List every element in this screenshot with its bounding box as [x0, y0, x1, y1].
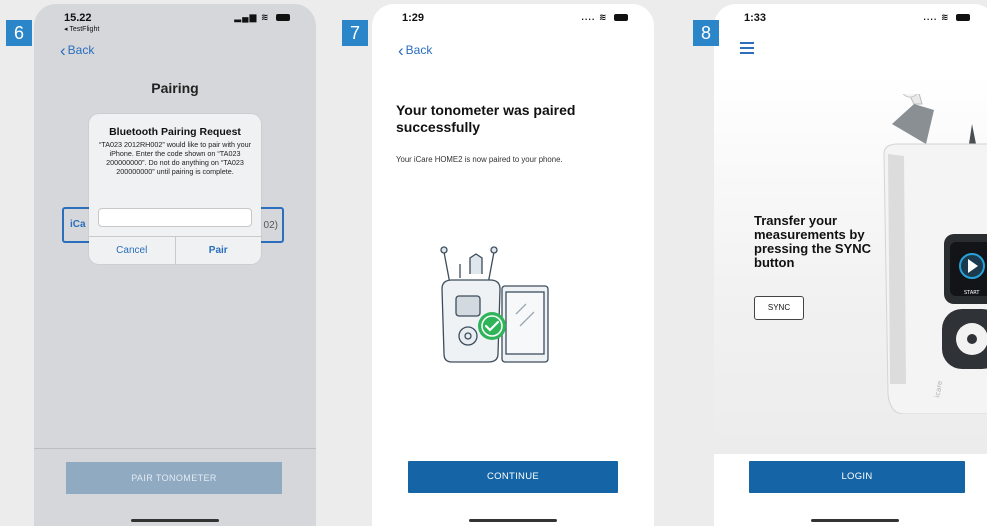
screen-transfer: 1:33 .... ≋ START icare Transfer your me… — [714, 4, 987, 526]
pair-button[interactable]: Pair — [174, 237, 262, 264]
home-indicator — [131, 519, 219, 522]
home-indicator — [469, 519, 557, 522]
status-time: 15.22 — [64, 12, 92, 24]
screen-paired-success: 1:29 .... ≋ ‹ Back Your tonometer was pai… — [372, 4, 654, 526]
step-badge-7: 7 — [342, 20, 368, 46]
chevron-left-icon: ‹ — [398, 41, 404, 60]
pair-tonometer-button[interactable]: PAIR TONOMETER — [66, 462, 282, 494]
login-button[interactable]: LOGIN — [749, 461, 965, 493]
step-badge-6: 6 — [6, 20, 32, 46]
wifi-icon: ≋ — [598, 12, 608, 22]
device-start-label: START — [964, 290, 980, 296]
bluetooth-pairing-dialog: Bluetooth Pairing Request “TA023 2012RH0… — [89, 114, 261, 264]
page-title: Pairing — [151, 80, 199, 96]
divider — [34, 448, 316, 449]
status-time: 1:29 — [402, 12, 425, 24]
back-label: Back — [405, 43, 433, 57]
wifi-icon: ≋ — [260, 12, 270, 22]
status-icons: .... ≋ — [923, 12, 970, 23]
page-title: Transfer your measurements by pressing t… — [754, 213, 872, 270]
dialog-message: “TA023 2012RH002” would like to pair wit… — [98, 140, 252, 176]
wifi-icon: ≋ — [940, 12, 950, 22]
continue-button[interactable]: CONTINUE — [408, 461, 618, 493]
pairing-code-input[interactable] — [98, 208, 252, 227]
hamburger-menu-icon[interactable] — [740, 42, 754, 57]
dialog-title: Bluetooth Pairing Request — [109, 126, 241, 138]
back-button[interactable]: ‹ Back — [398, 41, 432, 61]
tonometer-name-partial: iCa — [70, 219, 86, 230]
status-bar: 1:33 .... ≋ — [714, 4, 987, 38]
signal-icon: .... — [923, 12, 938, 22]
cancel-button[interactable]: Cancel — [89, 237, 175, 264]
home-indicator — [811, 519, 899, 522]
back-label: Back — [67, 43, 95, 57]
tonometer-id-partial: 02) — [263, 220, 278, 231]
signal-icon: ▂▄▆ — [234, 12, 258, 22]
status-time: 1:33 — [744, 12, 767, 24]
battery-icon — [956, 14, 970, 22]
step-badge-8: 8 — [693, 20, 719, 46]
screen-pairing: 15.22 ◂ TestFlight ▂▄▆ ≋ ‹ Back Pairing i… — [34, 4, 316, 526]
battery-icon — [614, 14, 628, 22]
testflight-back[interactable]: ◂ TestFlight — [64, 25, 99, 33]
status-bar: 1:29 .... ≋ — [372, 4, 654, 38]
battery-icon — [276, 14, 290, 22]
status-icons: ▂▄▆ ≋ — [234, 12, 290, 23]
back-button[interactable]: ‹ Back — [60, 41, 94, 61]
sync-button[interactable]: SYNC — [754, 296, 804, 320]
signal-icon: .... — [581, 12, 596, 22]
chevron-left-icon: ‹ — [60, 41, 66, 60]
page-subtitle: Your iCare HOME2 is now paired to your p… — [396, 155, 563, 164]
status-icons: .... ≋ — [581, 12, 628, 23]
tonometer-phone-paired-illustration — [440, 246, 549, 363]
page-title: Your tonometer was paired successfully — [396, 102, 576, 135]
status-bar: 15.22 ◂ TestFlight ▂▄▆ ≋ — [34, 4, 316, 38]
